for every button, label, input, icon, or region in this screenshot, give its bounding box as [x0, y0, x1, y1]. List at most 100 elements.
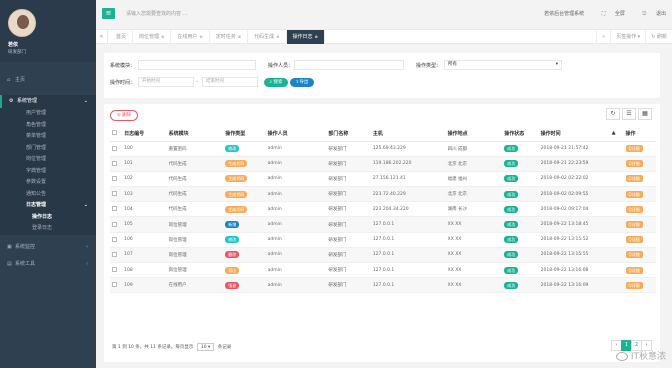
table-row[interactable]: 104 代码生成 生成代码 admin 研发部门 223.204.34.220 湖南 长沙成… — [110, 201, 656, 218]
tab-refresh-button[interactable]: ↻ 刷新 — [645, 30, 672, 44]
tab-online[interactable]: 在线用户 ⊗ — [171, 30, 210, 44]
module-input[interactable] — [138, 60, 256, 70]
col-host[interactable]: 主机 — [370, 126, 446, 142]
detail-button[interactable]: Q详细 — [625, 190, 643, 198]
detail-button[interactable]: Q详细 — [625, 281, 643, 289]
col-user[interactable]: 操作人员 — [265, 126, 327, 142]
fullscreen-button[interactable]: ⛶ 全屏 — [594, 11, 625, 17]
close-icon[interactable]: ⊗ — [276, 34, 279, 39]
type-select[interactable]: 所有 ▾ — [444, 60, 562, 70]
tab-operlog[interactable]: 操作日志 ⊗ — [286, 30, 325, 44]
tab-scroll-left-button[interactable]: « — [96, 30, 108, 44]
row-checkbox[interactable] — [110, 277, 123, 294]
delete-button[interactable]: ⊖ 删除 — [110, 110, 138, 121]
tab-gen[interactable]: 代码生成 ⊗ — [248, 30, 287, 44]
status-badge: 成功 — [504, 160, 519, 168]
sidebar-item-system[interactable]: ⚙ 系统管理 ⌄ — [0, 95, 96, 108]
table-row[interactable]: 107 岗位管理 删除 admin 研发部门 127.0.0.1 XX XX 成功 2018-0… — [110, 247, 656, 264]
type-label: 操作类型： — [416, 63, 442, 69]
row-checkbox[interactable] — [110, 262, 123, 279]
table-row[interactable]: 106 岗位管理 修改 admin 研发部门 127.0.0.1 XX XX 成功 2018-0… — [110, 232, 656, 248]
close-icon[interactable]: ⊗ — [238, 34, 241, 39]
cell-time: 2018-09-02 09:17:04 — [538, 201, 624, 218]
tab-home[interactable]: 首页 — [110, 30, 134, 44]
detail-button[interactable]: Q详细 — [625, 175, 643, 183]
col-time[interactable]: 操作时间 ▲ — [538, 126, 624, 142]
operator-input[interactable] — [294, 60, 404, 70]
table-panel: ⊖ 删除 ↻ ☰ ▦ 日志编号 系统模块 操作类型 操作人员 部门名称 主机 操… — [104, 104, 660, 362]
row-checkbox[interactable] — [110, 141, 123, 157]
start-time-input[interactable]: 开始时间 — [138, 77, 194, 87]
sidebar-item-notice[interactable]: 通知公告 — [0, 189, 96, 201]
cell-user: admin — [265, 232, 327, 248]
cell-id: 107 — [122, 247, 167, 264]
cell-status: 成功 — [502, 171, 539, 188]
sidebar-item-operlog[interactable]: 操作日志 — [0, 212, 96, 224]
table-row[interactable]: 109 在线用户 强退 admin 研发部门 127.0.0.1 XX XX 成功 2018-0… — [110, 277, 656, 294]
select-all-checkbox[interactable] — [110, 126, 123, 142]
page-size-select[interactable]: 10 ▾ — [196, 343, 215, 351]
export-button[interactable]: ⇪导出 — [290, 78, 314, 87]
col-type[interactable]: 操作类型 — [223, 126, 266, 142]
row-checkbox[interactable] — [110, 232, 123, 248]
table-row[interactable]: 102 代码生成 生成代码 admin 研发部门 27.156.121.41 福建 福州 成功… — [110, 171, 656, 188]
close-icon[interactable]: ⊗ — [161, 34, 164, 39]
row-checkbox[interactable] — [110, 201, 123, 218]
columns-icon[interactable]: ▦ — [638, 108, 652, 120]
row-checkbox[interactable] — [110, 156, 123, 172]
profile-name[interactable]: 若依 — [8, 41, 96, 48]
tab-job[interactable]: 定时任务 ⊗ — [210, 30, 249, 44]
sidebar-item-monitor[interactable]: ▣ 系统监控 ‹ — [0, 241, 96, 254]
tab-post[interactable]: 岗位管理 ⊗ — [133, 30, 172, 44]
refresh-icon[interactable]: ↻ — [606, 108, 620, 120]
dev-manual-link[interactable]: 若依后台管理系统 — [544, 11, 584, 17]
close-icon[interactable]: ⊗ — [315, 34, 318, 39]
detail-button[interactable]: Q详细 — [625, 221, 643, 229]
sidebar-item-user[interactable]: 用户管理 — [0, 108, 96, 120]
search-button[interactable]: ⌕ 搜索 — [264, 78, 288, 87]
row-checkbox[interactable] — [110, 171, 123, 188]
cell-module: 岗位管理 — [166, 232, 224, 248]
table-row[interactable]: 105 岗位管理 新增 admin 研发部门 127.0.0.1 XX XX 成功 2018-0… — [110, 216, 656, 233]
table-row[interactable]: 103 代码生成 生成代码 admin 研发部门 223.72.40.229 北京 北京 成功… — [110, 186, 656, 203]
table-row[interactable]: 108 岗位管理 导出 admin 研发部门 127.0.0.1 XX XX 成功 2018-0… — [110, 262, 656, 279]
logout-button[interactable]: ⎋ 退出 — [634, 11, 666, 17]
detail-button[interactable]: Q详细 — [625, 251, 643, 259]
cell-dept: 研发部门 — [326, 216, 371, 233]
sidebar-item-role[interactable]: 角色管理 — [0, 120, 96, 132]
chevron-down-icon: ⌄ — [83, 202, 88, 208]
end-time-input[interactable]: 结束时间 — [202, 77, 258, 87]
menu-toggle-button[interactable]: ≡ — [102, 8, 115, 19]
sidebar-item-config[interactable]: 参数设置 — [0, 177, 96, 189]
sidebar-item-home[interactable]: ⌂ 主页 — [0, 74, 96, 87]
row-checkbox[interactable] — [110, 186, 123, 203]
row-checkbox[interactable] — [110, 216, 123, 233]
col-dept[interactable]: 部门名称 — [326, 126, 371, 142]
sidebar-item-log[interactable]: 日志管理 ⌄ — [0, 200, 96, 212]
col-id[interactable]: 日志编号 — [122, 126, 167, 142]
detail-button[interactable]: Q详细 — [625, 205, 643, 213]
table-row[interactable]: 100 重置密码 修改 admin 研发部门 125.69.43.229 四川 成都 成功 20… — [110, 141, 656, 157]
tab-close-ops-button[interactable]: 页签操作 ▾ — [610, 30, 645, 44]
detail-button[interactable]: Q详细 — [625, 145, 643, 153]
table-row[interactable]: 101 代码生成 生成代码 admin 研发部门 119.186.202.220 北京 北京… — [110, 156, 656, 172]
col-status[interactable]: 操作状态 — [502, 126, 539, 142]
col-location[interactable]: 操作地点 — [445, 126, 503, 142]
sidebar-item-menu[interactable]: 菜单管理 — [0, 131, 96, 143]
toggle-view-icon[interactable]: ☰ — [622, 108, 636, 120]
close-icon[interactable]: ⊗ — [199, 34, 202, 39]
sidebar-item-dept[interactable]: 部门管理 — [0, 143, 96, 155]
avatar[interactable] — [8, 9, 36, 37]
top-search-input[interactable]: 请输入您需要查找的内容 … — [126, 10, 188, 17]
tab-scroll-right-button[interactable]: » — [596, 30, 610, 44]
sidebar-item-logininfor[interactable]: 登录日志 — [0, 223, 96, 235]
row-checkbox[interactable] — [110, 247, 123, 264]
detail-button[interactable]: Q详细 — [625, 160, 643, 168]
col-module[interactable]: 系统模块 — [166, 126, 224, 142]
sidebar-item-tools[interactable]: ▤ 系统工具 ‹ — [0, 258, 96, 271]
sidebar-item-post[interactable]: 岗位管理 — [0, 154, 96, 166]
cell-location: 北京 北京 — [445, 186, 503, 203]
detail-button[interactable]: Q详细 — [625, 236, 643, 244]
sidebar-item-dict[interactable]: 字典管理 — [0, 166, 96, 178]
detail-button[interactable]: Q详细 — [625, 266, 643, 274]
